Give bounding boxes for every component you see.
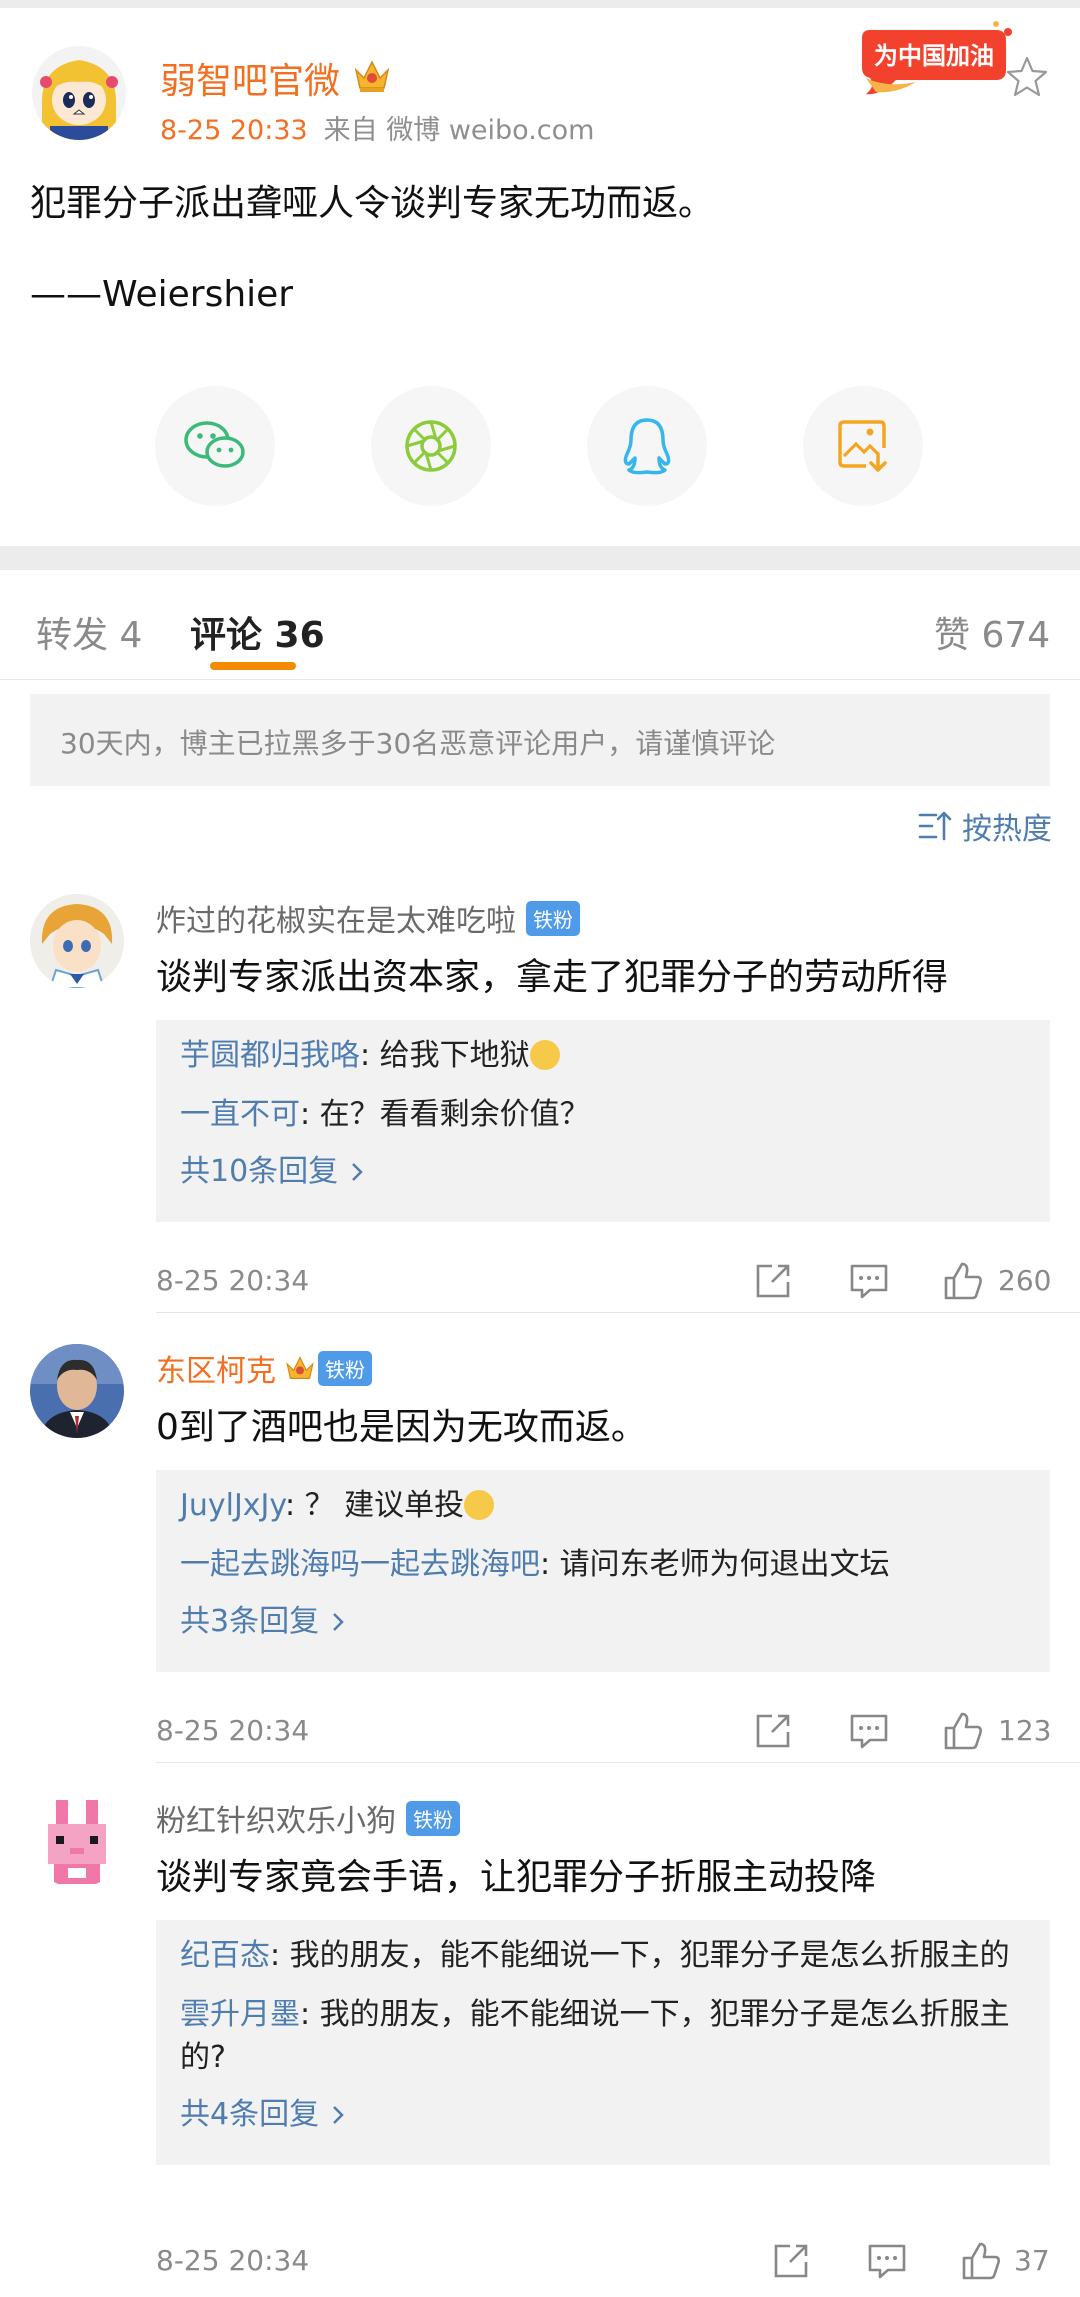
reply-item: JuylJxJy: ？ 建议单投	[180, 1484, 1026, 1527]
moments-icon	[405, 420, 457, 472]
reply-item: 雲升月墨: 我的朋友，能不能细说一下，犯罪分子是怎么折服主的?	[180, 1993, 1026, 2079]
share-save-image-button[interactable]	[803, 386, 923, 506]
commenter-name-text: 炸过的花椒实在是太难吃啦	[156, 904, 516, 939]
post-text: 犯罪分子派出聋哑人令谈判专家无功而返。	[30, 183, 715, 224]
commenter-name-text: 东区柯克	[156, 1354, 276, 1389]
repost-icon[interactable]	[752, 1710, 794, 1752]
interaction-tabs: 转发 4 评论 36 赞 674	[0, 570, 1080, 680]
comment-time: 8-25 20:34	[156, 2244, 310, 2277]
comment-icon[interactable]	[848, 1260, 890, 1302]
repost-icon[interactable]	[752, 1260, 794, 1302]
reply-text: : 请问东老师为何退出文坛	[540, 1547, 890, 1582]
sort-by-hot-button[interactable]: 按热度	[918, 806, 1052, 847]
view-more-replies[interactable]: 共3条回复	[180, 1602, 1026, 1642]
more-replies-label: 共3条回复	[180, 1604, 320, 1639]
promo-badge-text: 为中国加油	[874, 42, 994, 70]
reply-text: : 我的朋友，能不能细说一下，犯罪分子是怎么折服主的	[270, 1938, 1010, 1973]
commenter-name[interactable]: 炸过的花椒实在是太难吃啦 铁粉	[156, 896, 580, 940]
like-count: 37	[1014, 2244, 1050, 2277]
reply-user[interactable]: 纪百态	[180, 1938, 270, 1973]
more-replies-label: 共4条回复	[180, 2097, 320, 2132]
like-icon[interactable]	[942, 1260, 984, 1302]
reply-text: : 在？看看剩余价值？	[300, 1097, 590, 1132]
promo-badge-icon[interactable]: 为中国加油	[856, 20, 1016, 100]
reply-text: : 给我下地狱	[360, 1038, 530, 1073]
comment-footer: 8-25 20:34 37	[0, 2236, 1080, 2286]
replies-box[interactable]: JuylJxJy: ？ 建议单投 一起去跳海吗一起去跳海吧: 请问东老师为何退出…	[156, 1470, 1050, 1672]
comment-text: 谈判专家竟会手语，让犯罪分子折服主动投降	[156, 1857, 877, 1898]
reply-text: : 我的朋友，能不能细说一下，犯罪分子是怎么折服主的?	[180, 1997, 1010, 2075]
tab-repost[interactable]: 转发 4	[36, 606, 142, 658]
post-source: 来自 微博 weibo.com	[323, 115, 595, 146]
commenter-avatar[interactable]	[30, 1344, 124, 1438]
comment-icon[interactable]	[848, 1710, 890, 1752]
commenter-avatar[interactable]	[30, 894, 124, 988]
replies-box[interactable]: 纪百态: 我的朋友，能不能细说一下，犯罪分子是怎么折服主的 雲升月墨: 我的朋友…	[156, 1920, 1050, 2165]
chevron-right-icon	[332, 2106, 344, 2124]
chevron-right-icon	[332, 1613, 344, 1631]
view-more-replies[interactable]: 共4条回复	[180, 2095, 1026, 2135]
reply-item: 一直不可: 在？看看剩余价值？	[180, 1093, 1026, 1136]
comment-text: 0到了酒吧也是因为无攻而返。	[156, 1407, 647, 1448]
comment-separator	[156, 1762, 1080, 1763]
comment-footer: 8-25 20:34 260	[0, 1256, 1080, 1306]
vip-crown-icon	[354, 60, 390, 92]
reply-user[interactable]: JuylJxJy	[180, 1488, 285, 1523]
like-icon[interactable]	[942, 1710, 984, 1752]
reply-user[interactable]: 一起去跳海吗一起去跳海吧	[180, 1547, 540, 1582]
fan-badge: 铁粉	[406, 1800, 460, 1836]
commenter-name-text: 粉红针织欢乐小狗	[156, 1804, 396, 1839]
post-time: 8-25 20:33	[160, 115, 308, 146]
comment-notice: 30天内，博主已拉黑多于30名恶意评论用户，请谨慎评论	[30, 694, 1050, 786]
reply-item: 一起去跳海吗一起去跳海吧: 请问东老师为何退出文坛	[180, 1543, 1026, 1586]
comment-time: 8-25 20:34	[156, 1714, 310, 1747]
save-image-icon	[838, 420, 887, 472]
weibo-post: 弱智吧官微 8-25 20:33 来自 微博 weibo.com 为中国加油 犯罪…	[0, 8, 1080, 546]
status-strip	[0, 0, 1080, 8]
wechat-icon	[184, 421, 245, 468]
sort-icon	[918, 811, 952, 841]
comment-icon[interactable]	[866, 2240, 908, 2282]
tab-comments[interactable]: 评论 36	[190, 606, 325, 658]
fan-badge: 铁粉	[318, 1350, 372, 1386]
reply-user[interactable]: 一直不可	[180, 1097, 300, 1132]
like-icon[interactable]	[960, 2240, 1002, 2282]
more-replies-label: 共10条回复	[180, 1154, 339, 1189]
comment-time: 8-25 20:34	[156, 1264, 310, 1297]
thinking-emoji-icon	[464, 1490, 495, 1520]
commenter-name[interactable]: 东区柯克 铁粉	[156, 1346, 372, 1390]
author-name[interactable]: 弱智吧官微	[160, 52, 340, 104]
reply-user[interactable]: 芋圆都归我咯	[180, 1038, 360, 1073]
share-moments-button[interactable]	[371, 386, 491, 506]
like-count: 123	[998, 1714, 1052, 1747]
reply-item: 纪百态: 我的朋友，能不能细说一下，犯罪分子是怎么折服主的	[180, 1934, 1026, 1977]
post-meta: 8-25 20:33 来自 微博 weibo.com	[160, 108, 594, 147]
comment-separator	[156, 1312, 1080, 1313]
post-signature: ——Weiershier	[30, 274, 294, 315]
chevron-right-icon	[351, 1163, 363, 1181]
view-more-replies[interactable]: 共10条回复	[180, 1152, 1026, 1192]
comment-footer: 8-25 20:34 123	[0, 1706, 1080, 1756]
grimace-emoji-icon	[529, 1040, 560, 1070]
vip-crown-icon	[286, 1356, 314, 1379]
like-count: 260	[998, 1264, 1052, 1297]
fan-badge: 铁粉	[526, 900, 580, 936]
section-divider	[0, 546, 1080, 570]
replies-box[interactable]: 芋圆都归我咯: 给我下地狱 一直不可: 在？看看剩余价值？ 共10条回复	[156, 1020, 1050, 1222]
tab-indicator	[210, 662, 296, 670]
favorite-star-icon[interactable]	[1004, 54, 1050, 100]
reply-item: 芋圆都归我咯: 给我下地狱	[180, 1034, 1026, 1077]
reply-user[interactable]: 雲升月墨	[180, 1997, 300, 2032]
sort-label: 按热度	[962, 812, 1052, 847]
share-wechat-button[interactable]	[155, 386, 275, 506]
commenter-name[interactable]: 粉红针织欢乐小狗 铁粉	[156, 1796, 460, 1840]
qq-icon	[623, 418, 671, 475]
commenter-avatar[interactable]	[30, 1794, 124, 1888]
share-qq-button[interactable]	[587, 386, 707, 506]
repost-icon[interactable]	[770, 2240, 812, 2282]
reply-text: : ？ 建议单投	[284, 1488, 465, 1523]
tab-likes[interactable]: 赞 674	[934, 606, 1050, 658]
author-avatar[interactable]	[32, 46, 126, 140]
comment-text: 谈判专家派出资本家，拿走了犯罪分子的劳动所得	[156, 957, 949, 998]
